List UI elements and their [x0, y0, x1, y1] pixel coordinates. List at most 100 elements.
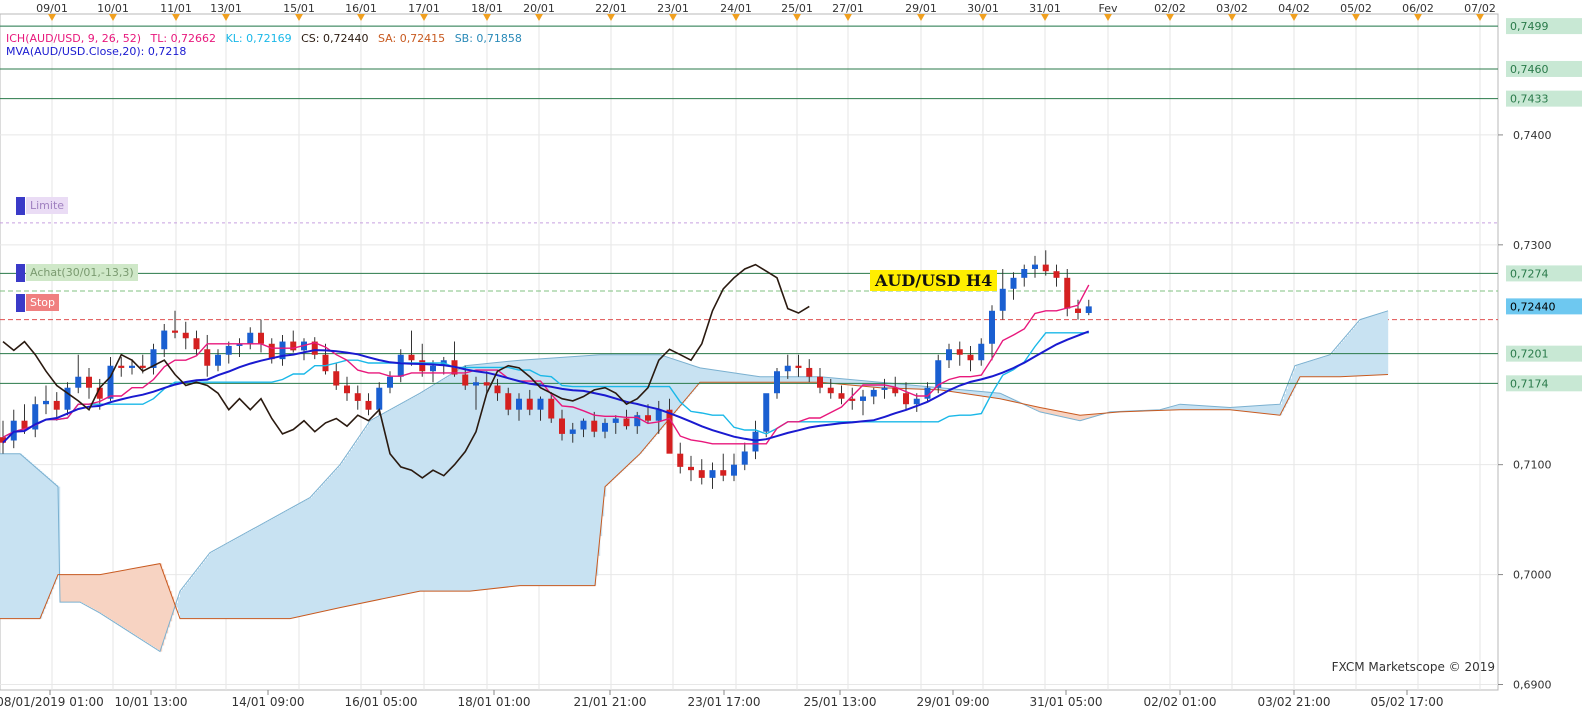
- cloud-segment: [268, 520, 271, 619]
- candle-body: [182, 332, 189, 339]
- top-date-label: 16/01: [345, 2, 377, 15]
- cloud-segment: [416, 395, 419, 592]
- x-tick-label: 31/01 05:00: [1030, 695, 1103, 709]
- cloud-segment: [634, 354, 637, 460]
- cloud-segment: [82, 574, 85, 604]
- cloud-segment: [1352, 328, 1355, 377]
- cloud-segment: [1266, 405, 1269, 414]
- cloud-segment: [364, 429, 367, 603]
- cloud-segment: [190, 578, 193, 619]
- cloud-segment: [716, 370, 719, 383]
- cloud-segment: [986, 391, 989, 397]
- cloud-segment: [690, 364, 693, 395]
- cloud-segment: [708, 369, 711, 383]
- limit-order-handle[interactable]: [16, 197, 25, 215]
- candle-body: [559, 418, 565, 434]
- cloud-segment: [662, 355, 665, 428]
- cloud-segment: [266, 521, 269, 619]
- cloud-segment: [714, 369, 717, 383]
- cloud-segment: [782, 376, 785, 383]
- candle-body: [989, 310, 995, 344]
- cloud-segment: [674, 359, 677, 414]
- candle-body: [569, 429, 576, 434]
- cloud-segment: [1236, 407, 1239, 411]
- cloud-segment: [442, 379, 445, 592]
- cloud-segment: [448, 376, 451, 592]
- cloud-segment: [1182, 404, 1185, 410]
- cloud-segment: [718, 370, 721, 383]
- cloud-segment: [280, 514, 283, 619]
- cloud-segment: [402, 403, 405, 595]
- candle-body: [870, 389, 877, 397]
- cloud-segment: [94, 574, 97, 610]
- cloud-segment: [498, 362, 501, 588]
- top-date-label: 22/01: [595, 2, 627, 15]
- candle-body: [956, 349, 963, 355]
- cloud-segment: [1186, 404, 1189, 410]
- cloud-segment: [6, 453, 9, 619]
- cloud-segment: [1306, 362, 1309, 377]
- candle-body: [698, 470, 705, 478]
- buy-order-label[interactable]: Achat(30/01,-13,3): [26, 264, 138, 281]
- cloud-segment: [152, 565, 155, 647]
- cloud-segment: [392, 408, 395, 597]
- cloud-segment: [1192, 405, 1195, 410]
- limit-order-label[interactable]: Limite: [26, 197, 69, 214]
- stop-order-label[interactable]: Stop: [26, 294, 60, 311]
- candle-body: [806, 367, 813, 377]
- stop-order-handle[interactable]: [16, 294, 25, 312]
- cloud-segment: [114, 572, 117, 623]
- cloud-segment: [628, 354, 631, 465]
- cloud-segment: [464, 366, 467, 592]
- top-date-label: 29/01: [905, 2, 937, 15]
- ichimoku-kl-value: KL: 0,72169: [225, 32, 292, 45]
- cloud-segment: [294, 506, 297, 618]
- candle-body: [333, 371, 340, 386]
- cloud-segment: [490, 363, 493, 589]
- cloud-segment: [688, 363, 691, 397]
- cloud-segment: [1358, 321, 1361, 376]
- cloud-segment: [14, 453, 17, 619]
- cloud-segment: [244, 533, 247, 619]
- candle-body: [258, 332, 264, 344]
- candle-body: [1085, 306, 1092, 313]
- candle-body: [602, 422, 608, 432]
- cloud-segment: [552, 358, 555, 586]
- cloud-segment: [110, 572, 113, 620]
- cloud-segment: [438, 382, 441, 592]
- cloud-segment: [238, 537, 241, 619]
- cloud-segment: [446, 377, 449, 592]
- x-tick-label: 16/01 05:00: [345, 695, 418, 709]
- cloud-segment: [488, 363, 491, 590]
- cloud-segment: [750, 375, 753, 383]
- cloud-segment: [398, 405, 401, 596]
- cloud-segment: [854, 379, 857, 386]
- cloud-segment: [124, 570, 127, 629]
- cloud-segment: [108, 573, 111, 619]
- cloud-segment: [1366, 317, 1369, 376]
- cloud-segment: [252, 529, 255, 619]
- x-tick-label: 25/01 13:00: [804, 695, 877, 709]
- cloud-segment: [500, 362, 503, 588]
- cloud-segment: [1250, 406, 1253, 412]
- cloud-segment: [1356, 324, 1359, 376]
- candle-body: [430, 365, 436, 372]
- cloud-segment: [532, 359, 535, 586]
- cloud-segment: [298, 504, 301, 617]
- cloud-segment: [76, 574, 79, 603]
- cloud-segment: [620, 354, 623, 473]
- cloud-segment: [672, 358, 675, 416]
- cloud-segment: [30, 462, 33, 619]
- cloud-segment: [800, 376, 803, 383]
- buy-order-handle[interactable]: [16, 264, 25, 282]
- cloud-segment: [686, 363, 689, 399]
- candle-body: [290, 341, 297, 351]
- candle-body: [75, 376, 82, 388]
- candle-body: [53, 400, 60, 410]
- top-date-label: 30/01: [967, 2, 999, 15]
- x-tick-label: 10/01 13:00: [115, 695, 188, 709]
- cloud-segment: [1248, 406, 1251, 412]
- cloud-segment: [558, 357, 561, 586]
- price-level-label: 0,7174: [1510, 377, 1549, 390]
- cloud-segment: [810, 376, 813, 383]
